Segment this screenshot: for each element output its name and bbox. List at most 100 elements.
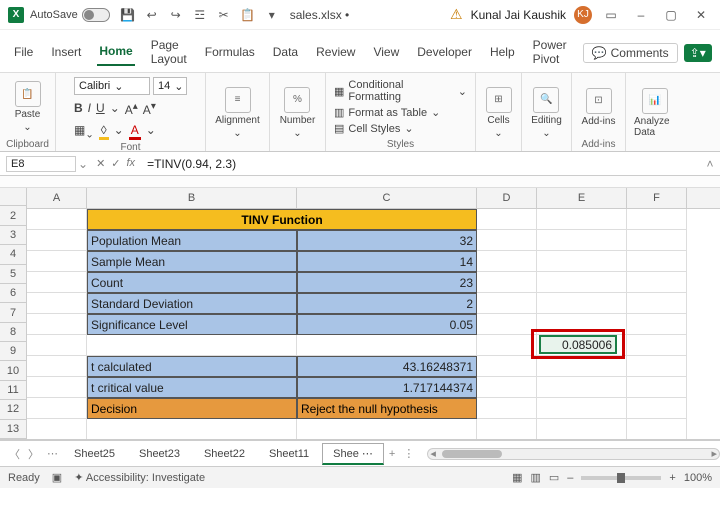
cell[interactable] [27,356,87,377]
view-normal-icon[interactable]: ▦ [512,471,522,484]
cells-button[interactable]: ⊞Cells⌄ [484,85,514,141]
cell[interactable] [477,230,537,251]
warning-icon[interactable]: ⚠ [450,6,463,23]
sheet-nav-next-icon[interactable]: 〉 [25,446,42,462]
row-header[interactable]: 10 [0,361,26,380]
cell[interactable] [477,335,537,356]
cell[interactable] [627,356,687,377]
cell[interactable]: t critical value [87,377,297,398]
cell-title[interactable]: TINV Function [87,209,477,230]
col-header[interactable]: C [297,188,477,208]
cell[interactable] [87,419,297,439]
cell[interactable]: Sample Mean [87,251,297,272]
autosave-toggle[interactable]: AutoSave [30,8,110,22]
decrease-font-icon[interactable]: A▾ [143,101,156,117]
row-header[interactable]: 2 [0,206,26,225]
bold-button[interactable]: B [74,101,83,117]
cell[interactable]: Decision [87,398,297,419]
cell[interactable]: t calculated [87,356,297,377]
cell[interactable] [537,356,627,377]
cell[interactable] [537,293,627,314]
enter-formula-icon[interactable]: ✓ [111,157,120,170]
sheet-tab[interactable]: Sheet25 [63,444,126,464]
sheet-nav-more-icon[interactable]: ⋯ [44,447,61,460]
user-avatar[interactable]: KJ [574,6,592,24]
ribbon-display-icon[interactable]: ▭ [600,4,622,26]
cell[interactable] [477,209,537,230]
alignment-button[interactable]: ≡Alignment⌄ [213,85,261,141]
cell[interactable] [537,230,627,251]
cell[interactable] [627,314,687,335]
formula-bar[interactable]: =TINV(0.94, 2.3) [143,157,700,171]
sheet-tab-active[interactable]: Shee ⋯ [322,443,384,465]
addins-button[interactable]: ⊡Add-ins [580,86,618,129]
save-icon[interactable]: 💾 [120,7,136,23]
tab-page-layout[interactable]: Page Layout [149,34,189,72]
tab-help[interactable]: Help [488,41,517,65]
format-as-table-button[interactable]: ▥Format as Table⌄ [334,106,467,119]
cell[interactable] [297,419,477,439]
comments-button[interactable]: 💬 Comments [583,43,678,63]
cell[interactable] [87,335,297,356]
cell[interactable] [627,377,687,398]
sheet-options-icon[interactable]: ⋮ [400,447,417,460]
cell[interactable] [537,377,627,398]
col-header[interactable]: A [27,188,87,208]
tab-review[interactable]: Review [314,41,357,65]
cell[interactable] [627,293,687,314]
cell[interactable] [477,314,537,335]
cell[interactable] [477,377,537,398]
cell[interactable]: Count [87,272,297,293]
status-accessibility[interactable]: ✦ Accessibility: Investigate [74,471,205,484]
cell[interactable] [27,293,87,314]
cell[interactable]: 43.16248371 [297,356,477,377]
cell[interactable] [537,314,627,335]
increase-font-icon[interactable]: A▴ [125,101,138,117]
redo-icon[interactable]: ↪ [168,7,184,23]
qat-icon-1[interactable]: ☲ [192,7,208,23]
cell[interactable] [27,230,87,251]
col-header[interactable]: D [477,188,537,208]
cell[interactable] [537,419,627,439]
font-size-select[interactable]: 14⌄ [153,77,187,95]
chevron-down-icon[interactable]: ⌄ [23,122,31,133]
qat-overflow-icon[interactable]: ▾ [264,7,280,23]
underline-button[interactable]: U [96,101,105,117]
sheet-tab[interactable]: Sheet22 [193,444,256,464]
cell[interactable] [477,398,537,419]
cell[interactable]: Standard Deviation [87,293,297,314]
cell[interactable]: Reject the null hypothesis [297,398,477,419]
zoom-slider[interactable] [581,476,661,480]
cell[interactable] [627,335,687,356]
tab-insert[interactable]: Insert [49,41,83,65]
cell-E8-selected[interactable]: 0.085006 [539,335,617,354]
row-header[interactable]: 9 [0,342,26,361]
number-button[interactable]: %Number⌄ [278,85,318,141]
tab-view[interactable]: View [371,41,401,65]
new-sheet-icon[interactable]: + [386,448,398,460]
italic-button[interactable]: I [88,101,91,117]
cell[interactable] [537,209,627,230]
cell[interactable] [27,272,87,293]
view-page-layout-icon[interactable]: ▥ [530,471,540,484]
font-color-icon[interactable]: A [129,123,141,140]
editing-button[interactable]: 🔍Editing⌄ [529,85,564,141]
row-header[interactable]: 5 [0,265,26,284]
borders-icon[interactable]: ▦⌄ [74,123,94,140]
qat-icon-2[interactable]: ✂ [216,7,232,23]
cell[interactable] [27,314,87,335]
cell[interactable]: 14 [297,251,477,272]
undo-icon[interactable]: ↩ [144,7,160,23]
cancel-formula-icon[interactable]: ✕ [96,157,105,170]
zoom-level[interactable]: 100% [684,472,712,484]
cell[interactable] [297,335,477,356]
cell[interactable] [627,230,687,251]
cell-styles-button[interactable]: ▤Cell Styles⌄ [334,122,467,135]
cell[interactable] [627,251,687,272]
cell[interactable] [27,335,87,356]
row-header[interactable]: 8 [0,323,26,342]
status-macro-icon[interactable]: ▣ [52,471,62,484]
tab-formulas[interactable]: Formulas [203,41,257,65]
share-button[interactable]: ⇪▾ [684,44,712,62]
cell[interactable] [477,293,537,314]
